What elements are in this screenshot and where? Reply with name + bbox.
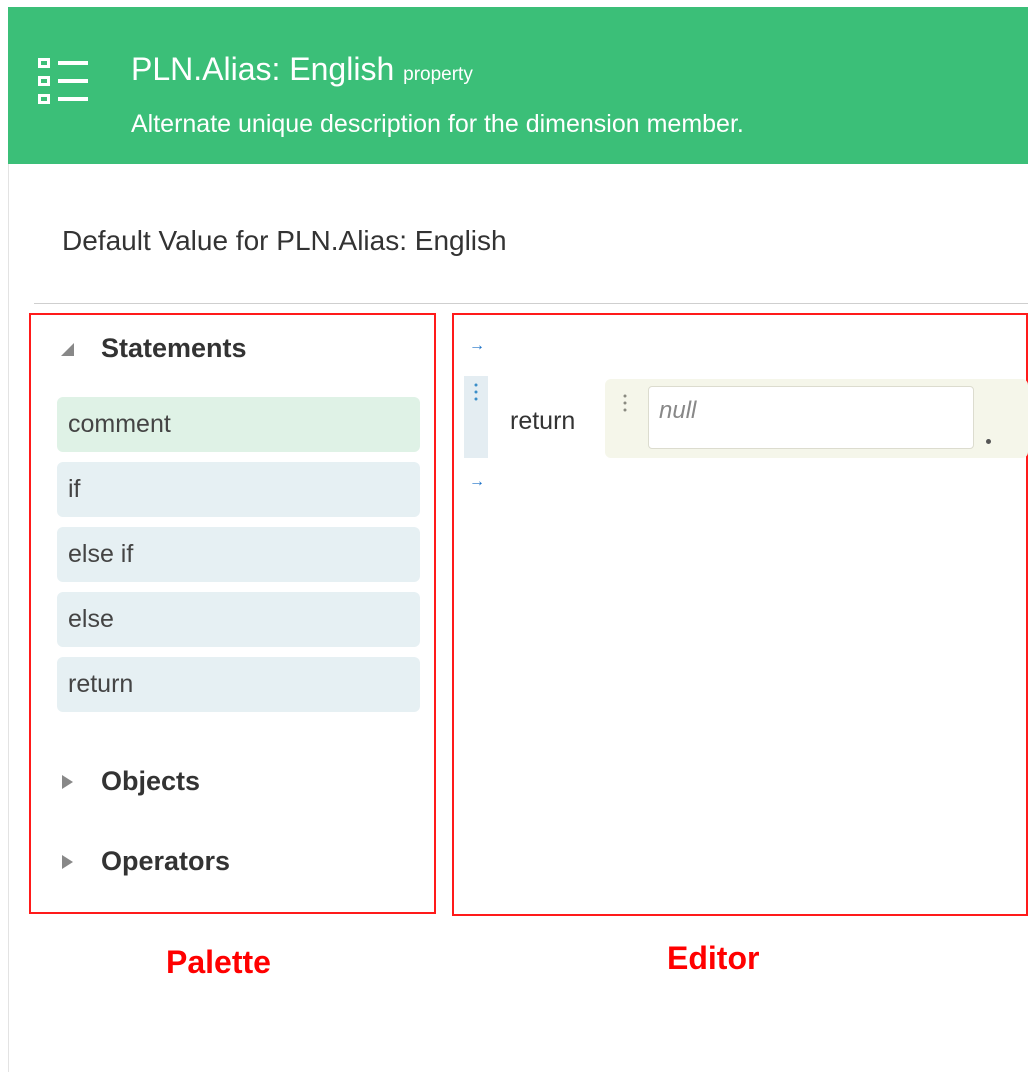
list-icon [38, 58, 88, 104]
editor-annotation: Editor [667, 940, 760, 976]
category-operators[interactable]: Operators [59, 846, 230, 877]
category-objects[interactable]: Objects [59, 766, 200, 797]
left-border-line [8, 162, 9, 1072]
expanded-triangle-icon [61, 342, 74, 356]
insert-point-arrow-icon[interactable]: → [469, 473, 485, 491]
vertical-dots-icon[interactable] [622, 393, 628, 413]
palette-item-return[interactable]: return [57, 657, 420, 712]
palette-item-else[interactable]: else [57, 592, 420, 647]
default-value-title: Default Value for PLN.Alias: English [62, 225, 507, 256]
category-label: Objects [101, 766, 201, 796]
palette-item-if[interactable]: if [57, 462, 420, 517]
expression-block: null [605, 379, 1028, 458]
vertical-dots-icon [474, 383, 478, 401]
return-value-input[interactable]: null [648, 386, 974, 449]
section-divider [34, 303, 1028, 304]
editor-panel: → return null → [452, 313, 1028, 916]
palette-item-comment[interactable]: comment [57, 397, 420, 452]
palette-annotation: Palette [166, 944, 271, 980]
category-statements[interactable]: Statements [59, 333, 247, 364]
collapsed-triangle-icon [62, 774, 73, 789]
insert-point-arrow-icon[interactable]: → [469, 337, 485, 355]
collapsed-triangle-icon [62, 854, 73, 869]
property-type-label: property [403, 64, 473, 85]
statement-drag-handle[interactable] [464, 376, 488, 458]
property-title: PLN.Alias: English property [131, 51, 473, 88]
return-keyword: return [510, 407, 576, 435]
palette-item-else-if[interactable]: else if [57, 527, 420, 582]
property-name: PLN.Alias: English [131, 51, 395, 87]
property-header: PLN.Alias: English property Alternate un… [8, 7, 1028, 164]
category-label: Operators [101, 846, 231, 876]
palette-panel: Statements comment if else if else retur… [29, 313, 436, 914]
property-description: Alternate unique description for the dim… [131, 110, 744, 138]
statement-end-dot [986, 439, 991, 444]
category-label: Statements [101, 333, 247, 363]
